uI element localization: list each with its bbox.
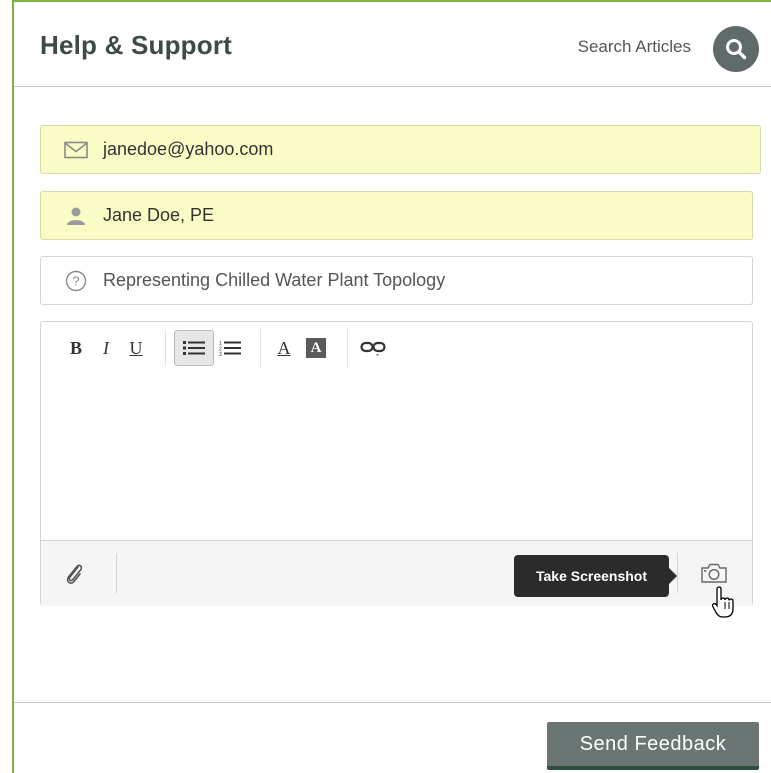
svg-text:?: ? [72,273,79,288]
page-title: Help & Support [40,30,233,60]
link-icon [360,341,386,356]
toolbar-divider [260,330,261,366]
send-feedback-button[interactable]: Send Feedback [547,722,759,770]
envelope-icon [63,139,89,161]
screenshot-tooltip: Take Screenshot [514,555,677,597]
message-editor: B I U 1 2 3 A A Take Screenshot [40,321,753,618]
footer-divider [677,553,678,593]
paperclip-icon [66,564,83,584]
panel-header: Help & Support Search Articles [14,2,771,87]
numbered-list-button[interactable]: 1 2 3 [214,330,246,366]
editor-footer: Take Screenshot [41,540,752,618]
bold-button[interactable]: B [61,330,91,366]
help-support-panel: Help & Support Search Articles janedoe@y… [12,0,771,773]
name-field[interactable]: Jane Doe, PE [40,191,753,240]
subject-field[interactable]: ? Representing Chilled Water Plant Topol… [40,256,753,305]
text-color-button[interactable]: A [269,330,299,366]
insert-link-button[interactable] [356,330,390,366]
camera-icon [701,563,727,583]
footer-divider-line [14,702,771,703]
subject-value: Representing Chilled Water Plant Topolog… [103,270,446,290]
search-articles-label[interactable]: Search Articles [578,37,691,57]
question-circle-icon: ? [63,270,89,292]
footer-divider [116,553,117,593]
background-color-icon: A [306,338,326,358]
name-value: Jane Doe, PE [103,205,215,225]
svg-text:3: 3 [219,352,222,356]
email-value: janedoe@yahoo.com [103,139,274,159]
background-color-button[interactable]: A [299,330,333,366]
message-body-input[interactable] [41,374,752,540]
search-button[interactable] [713,26,759,72]
bulleted-list-button[interactable] [174,330,214,366]
toolbar-divider [165,330,166,366]
toolbar-divider [347,330,348,366]
bulleted-list-icon [183,341,205,355]
underline-button[interactable]: U [121,330,151,366]
hand-pointer-cursor-icon [711,586,734,618]
editor-toolbar: B I U 1 2 3 A A [41,322,752,374]
search-icon [726,39,747,60]
numbered-list-icon: 1 2 3 [219,341,241,356]
italic-button[interactable]: I [91,330,121,366]
person-icon [63,205,89,227]
email-field[interactable]: janedoe@yahoo.com [40,125,761,174]
attach-file-button[interactable] [59,559,89,589]
